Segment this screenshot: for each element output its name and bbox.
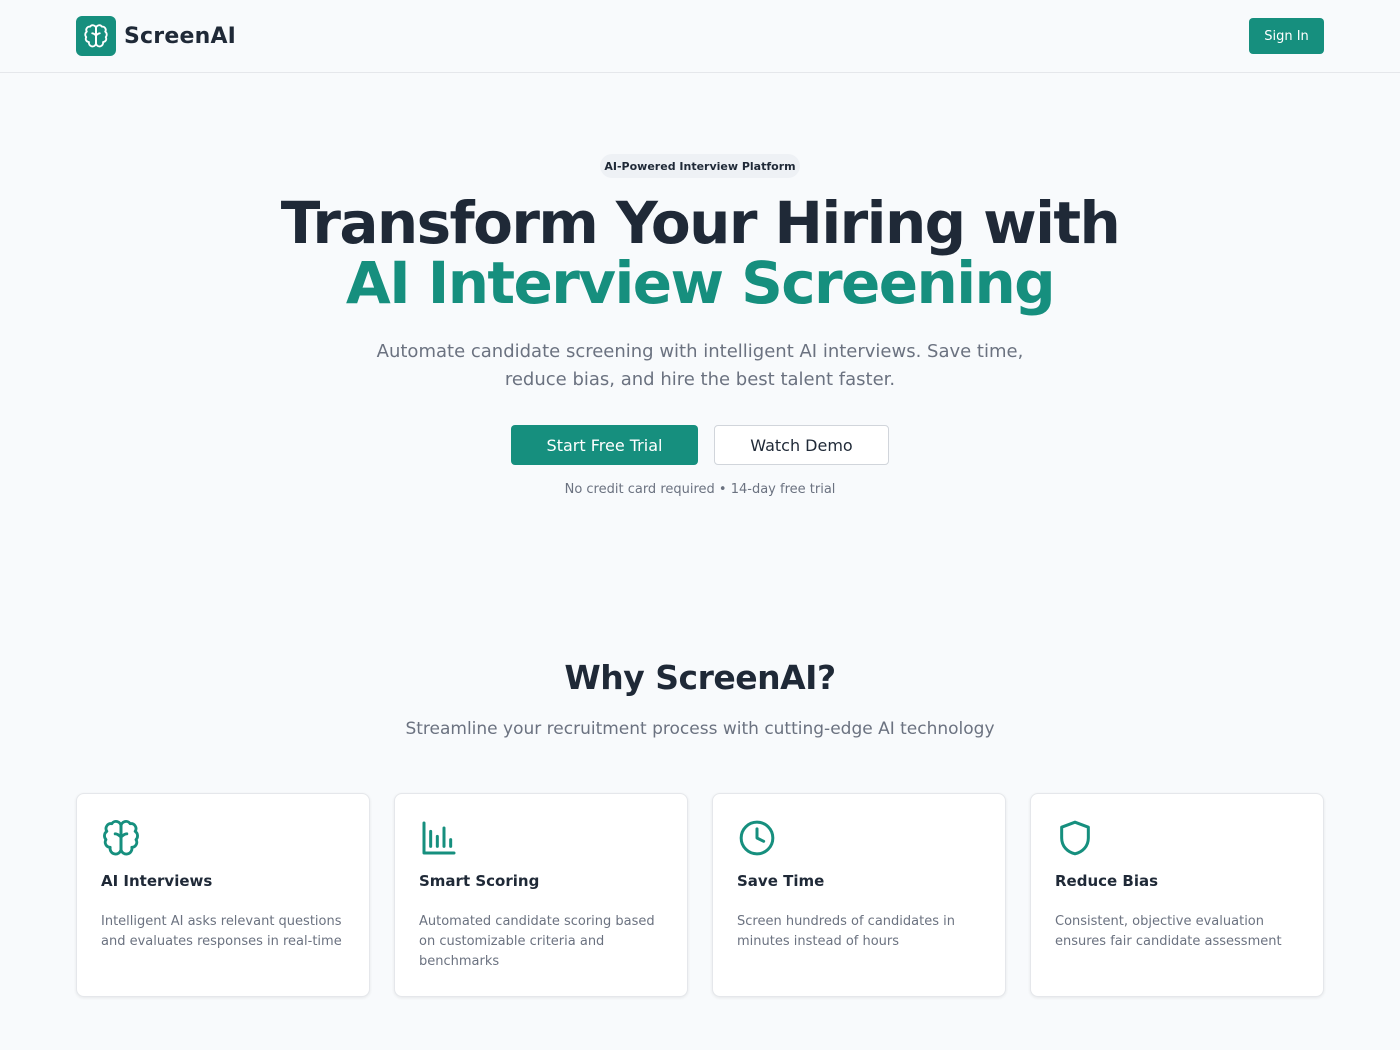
feature-card-ai-interviews: AI Interviews Intelligent AI asks releva…	[76, 793, 370, 997]
feature-card-save-time: Save Time Screen hundreds of candidates …	[712, 793, 1006, 997]
feature-title: Smart Scoring	[419, 872, 540, 890]
top-navbar: ScreenAI Sign In	[0, 0, 1400, 73]
hero-lead: Automate candidate screening with intell…	[376, 341, 1024, 390]
feature-desc: Screen hundreds of candidates in minutes…	[737, 914, 955, 949]
brain-icon	[103, 820, 139, 856]
feature-desc: Automated candidate scoring based on cus…	[419, 914, 655, 969]
hero-title-line2: AI Interview Screening	[345, 249, 1056, 317]
brand-name: ScreenAI	[124, 23, 237, 49]
feature-title: Reduce Bias	[1055, 872, 1159, 890]
start-free-trial-button[interactable]: Start Free Trial	[511, 425, 698, 465]
clock-icon	[739, 820, 775, 856]
feature-card-smart-scoring: Smart Scoring Automated candidate scorin…	[394, 793, 688, 997]
brand-logo[interactable]: ScreenAI	[76, 16, 236, 56]
feature-title: Save Time	[737, 872, 825, 890]
shield-icon	[1060, 820, 1090, 856]
trial-note: No credit card required • 14-day free tr…	[564, 482, 836, 497]
watch-demo-button[interactable]: Watch Demo	[714, 425, 889, 465]
bar-chart-icon	[422, 821, 456, 855]
why-section-title: Why ScreenAI?	[564, 658, 836, 697]
feature-desc: Intelligent AI asks relevant questions a…	[101, 914, 342, 949]
feature-title: AI Interviews	[101, 872, 213, 890]
brain-icon	[76, 16, 116, 56]
sign-in-button[interactable]: Sign In	[1249, 18, 1324, 54]
feature-desc: Consistent, objective evaluation ensures…	[1055, 914, 1282, 949]
why-section-subtitle: Streamline your recruitment process with…	[405, 719, 995, 739]
platform-badge: AI-Powered Interview Platform	[600, 154, 800, 178]
feature-card-reduce-bias: Reduce Bias Consistent, objective evalua…	[1030, 793, 1324, 997]
hero-title-line1: Transform Your Hiring with	[280, 189, 1121, 257]
feature-cards: AI Interviews Intelligent AI asks releva…	[76, 793, 1324, 997]
